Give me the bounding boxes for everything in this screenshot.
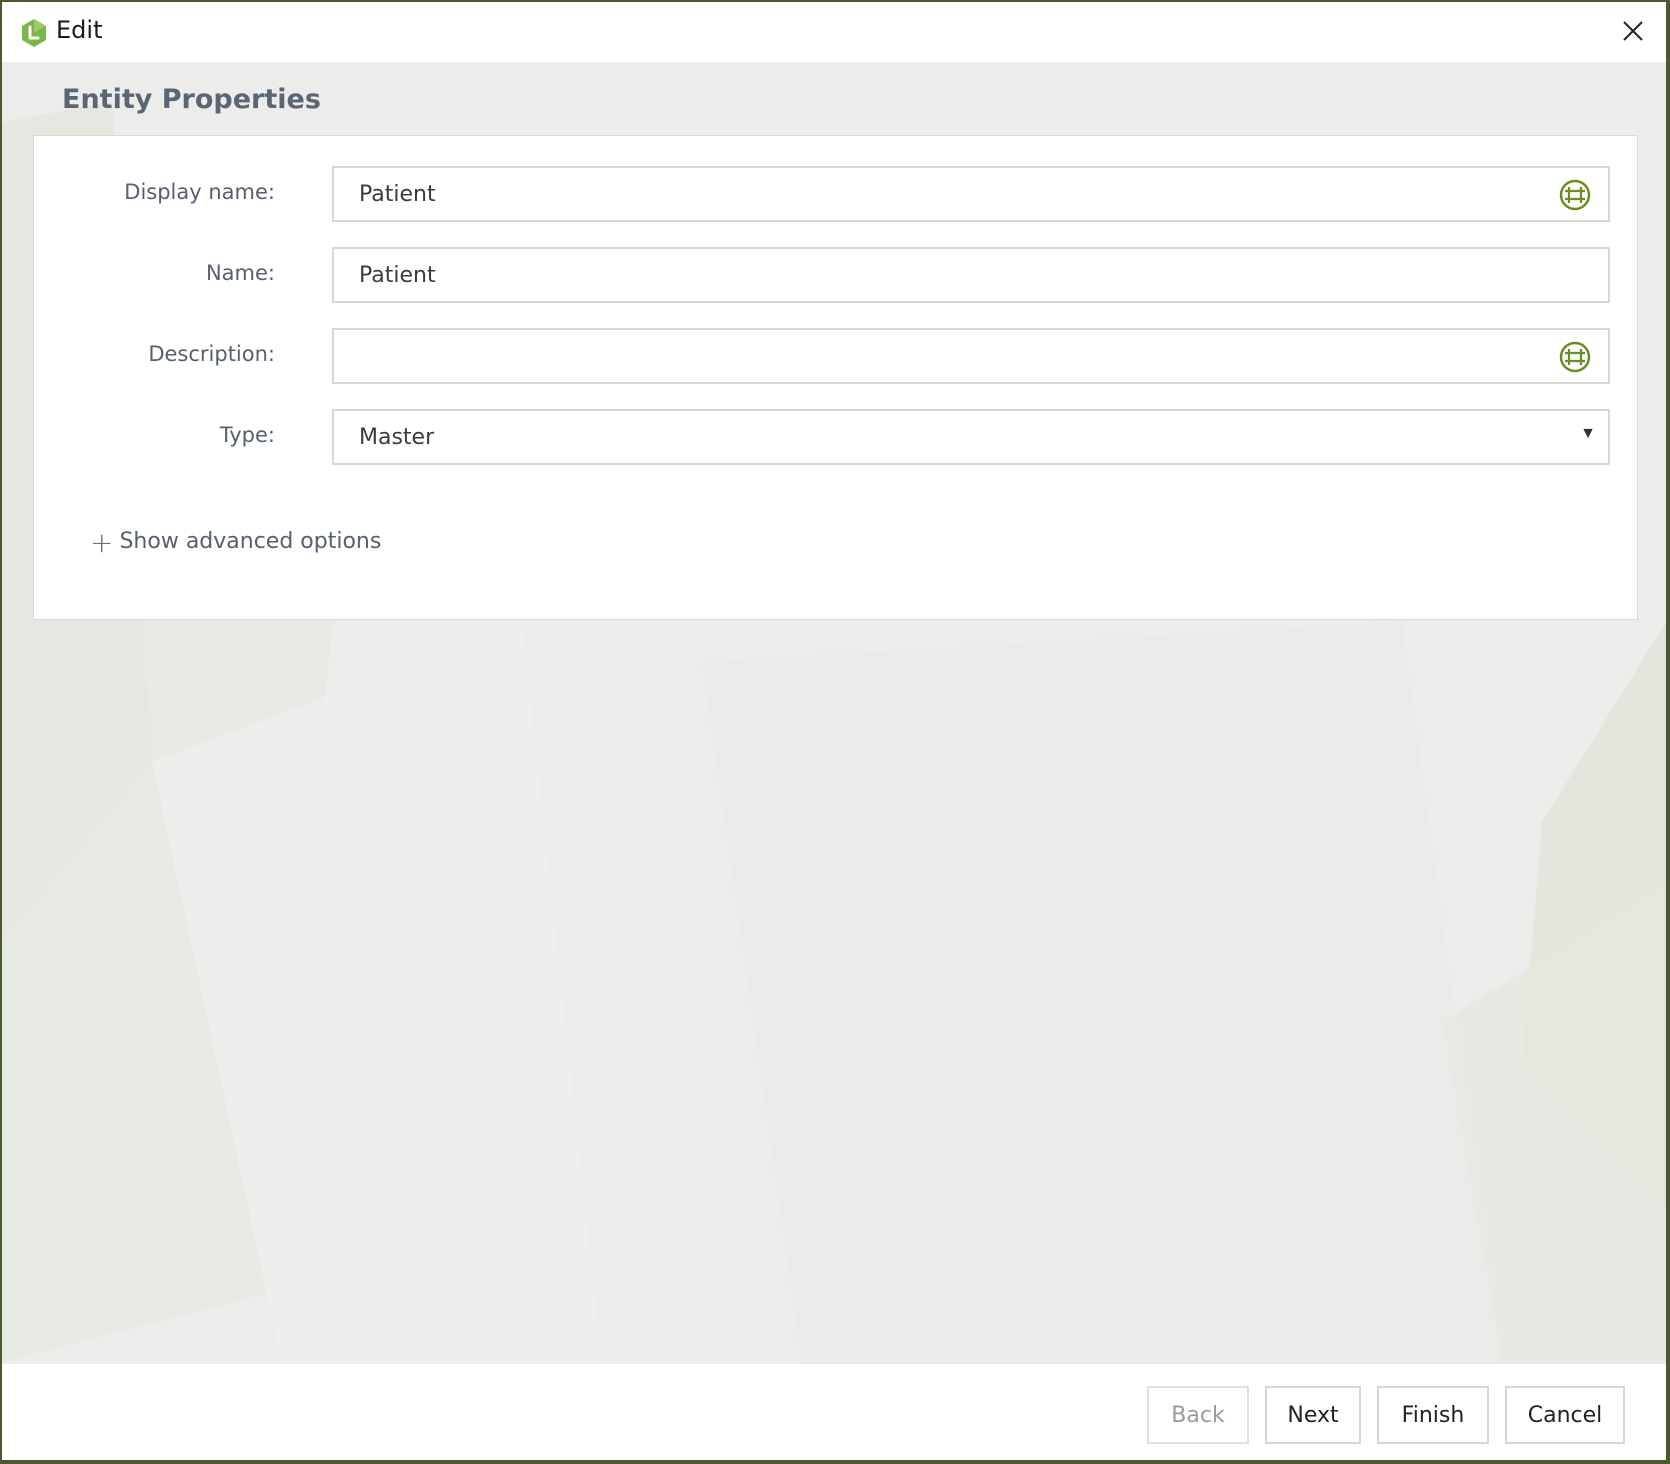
app-logo-icon bbox=[22, 19, 46, 47]
section-title: Entity Properties bbox=[62, 84, 321, 115]
chevron-down-icon: ▼ bbox=[1580, 425, 1596, 442]
window-title: Edit bbox=[56, 16, 103, 44]
type-label: Type: bbox=[219, 423, 275, 447]
translate-globe-icon[interactable] bbox=[1558, 178, 1592, 212]
finish-button[interactable]: Finish bbox=[1377, 1386, 1489, 1444]
dialog-footer: Back Next Finish Cancel bbox=[2, 1364, 1666, 1460]
display-name-field[interactable]: Patient bbox=[332, 166, 1610, 222]
type-select[interactable]: Master ▼ bbox=[332, 409, 1610, 465]
title-bar: Edit bbox=[2, 2, 1666, 62]
name-field[interactable]: Patient bbox=[332, 247, 1610, 303]
advanced-options-label: Show advanced options bbox=[119, 529, 382, 554]
next-button[interactable]: Next bbox=[1265, 1386, 1361, 1444]
display-name-label: Display name: bbox=[124, 180, 275, 204]
show-advanced-options-link[interactable]: + Show advanced options bbox=[90, 526, 381, 559]
cancel-button[interactable]: Cancel bbox=[1505, 1386, 1625, 1444]
dialog-content: Entity Properties Display name: Patient … bbox=[2, 62, 1666, 1364]
type-value: Master bbox=[359, 425, 435, 450]
description-label: Description: bbox=[148, 342, 275, 366]
entity-properties-panel: Display name: Patient Name: Patient Desc… bbox=[33, 135, 1638, 620]
plus-icon: + bbox=[90, 526, 114, 559]
edit-dialog: Edit Entity Properties Display name: Pat… bbox=[2, 2, 1666, 1460]
close-icon bbox=[1623, 21, 1643, 41]
back-button[interactable]: Back bbox=[1147, 1386, 1249, 1444]
name-label: Name: bbox=[205, 261, 275, 285]
close-button[interactable] bbox=[1600, 2, 1666, 62]
name-value: Patient bbox=[359, 263, 436, 288]
description-field[interactable] bbox=[332, 328, 1610, 384]
display-name-value: Patient bbox=[359, 182, 436, 207]
translate-globe-icon[interactable] bbox=[1558, 340, 1592, 374]
